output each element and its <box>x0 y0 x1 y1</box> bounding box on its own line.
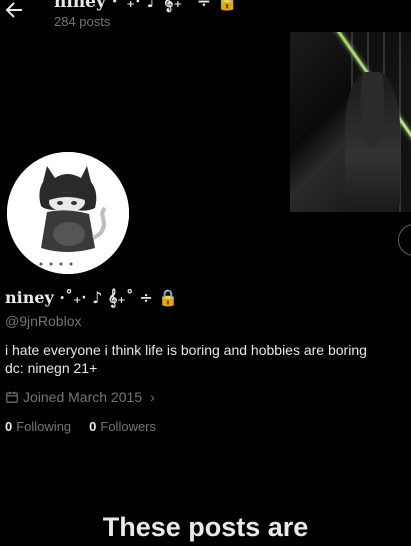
profile-header: niney ·˚₊‧ ♪ 𝄞₊˚ ÷ 🔒 284 posts <box>0 0 411 32</box>
joined-date[interactable]: Joined March 2015 › <box>5 389 155 405</box>
header-title: niney ·˚₊‧ ♪ 𝄞₊˚ ÷ 🔒 <box>54 0 239 12</box>
bio: i hate everyone i think life is boring a… <box>5 341 405 377</box>
back-arrow-icon[interactable] <box>2 0 26 22</box>
posts-count: 284 posts <box>54 14 111 29</box>
more-options-button[interactable] <box>398 224 411 256</box>
avatar-illustration <box>7 152 129 274</box>
profile-banner[interactable] <box>290 32 411 212</box>
calendar-icon <box>6 391 18 403</box>
display-name: niney ·˚₊‧ ♪ 𝄞₊˚ ÷ 🔒 <box>5 288 179 307</box>
follow-stats: 0 Following 0 Followers <box>5 419 156 434</box>
bio-line: dc: ninegn 21+ <box>5 360 98 376</box>
followers-link[interactable]: 0 Followers <box>89 419 156 434</box>
protected-notice-heading: These posts are <box>102 512 309 542</box>
banner-figure-art <box>345 72 400 212</box>
user-handle: @9jnRoblox <box>5 313 82 329</box>
chevron-right-icon: › <box>150 389 155 405</box>
following-count: 0 <box>5 419 13 434</box>
followers-label: Followers <box>100 419 157 434</box>
following-link[interactable]: 0 Following <box>5 419 71 434</box>
avatar[interactable] <box>5 150 131 276</box>
joined-label: Joined March 2015 <box>23 389 143 405</box>
bio-line: i hate everyone i think life is boring a… <box>5 342 367 358</box>
followers-count: 0 <box>89 419 97 434</box>
following-label: Following <box>16 419 72 434</box>
